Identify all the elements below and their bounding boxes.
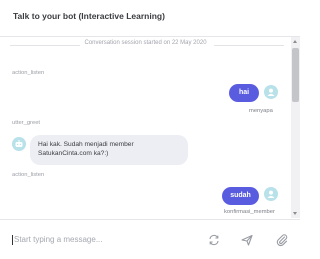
user-avatar <box>264 187 278 201</box>
message-input-placeholder: Start typing a message... <box>14 235 103 244</box>
send-button[interactable] <box>240 233 254 247</box>
paperclip-icon <box>276 234 288 247</box>
bot-avatar <box>12 137 26 151</box>
message-input-bar: Start typing a message... <box>0 219 300 259</box>
action-label: utter_greet <box>12 120 41 126</box>
user-avatar <box>264 85 278 99</box>
session-divider: Conversation session started on 22 May 2… <box>0 40 291 50</box>
bot-message-bubble: Hai kak. Sudah menjadi member SatukanCin… <box>30 135 188 165</box>
send-icon <box>241 234 253 246</box>
restart-icon <box>209 234 219 246</box>
user-message-bubble: sudah <box>222 187 259 205</box>
bot-message-line: SatukanCinta.com ka?:) <box>38 150 109 157</box>
scroll-up-arrow-icon[interactable] <box>293 40 297 43</box>
action-label: action_listen <box>12 172 45 178</box>
intent-label: menyapa <box>249 108 273 114</box>
chat-scrollbar[interactable] <box>291 37 300 218</box>
message-input[interactable]: Start typing a message... <box>12 233 192 247</box>
user-message-bubble: hai <box>229 84 259 102</box>
scroll-down-arrow-icon[interactable] <box>293 212 297 215</box>
session-started-text: Conversation session started on 22 May 2… <box>84 40 207 46</box>
intent-label: konfirmasi_member <box>224 209 275 215</box>
user-icon <box>267 190 275 198</box>
user-icon <box>267 88 275 96</box>
chat-header: Talk to your bot (Interactive Learning) <box>0 0 300 37</box>
chat-panel: Talk to your bot (Interactive Learning) … <box>0 0 300 258</box>
restart-button[interactable] <box>207 233 221 247</box>
chat-title: Talk to your bot (Interactive Learning) <box>13 11 165 21</box>
bot-message-line: Hai kak. Sudah menjadi member <box>38 141 134 148</box>
message-list: Conversation session started on 22 May 2… <box>0 37 291 217</box>
attach-button[interactable] <box>275 233 289 247</box>
text-caret <box>12 234 13 245</box>
scrollbar-thumb[interactable] <box>292 48 299 102</box>
bot-icon <box>15 140 23 147</box>
action-label: action_listen <box>12 70 45 76</box>
